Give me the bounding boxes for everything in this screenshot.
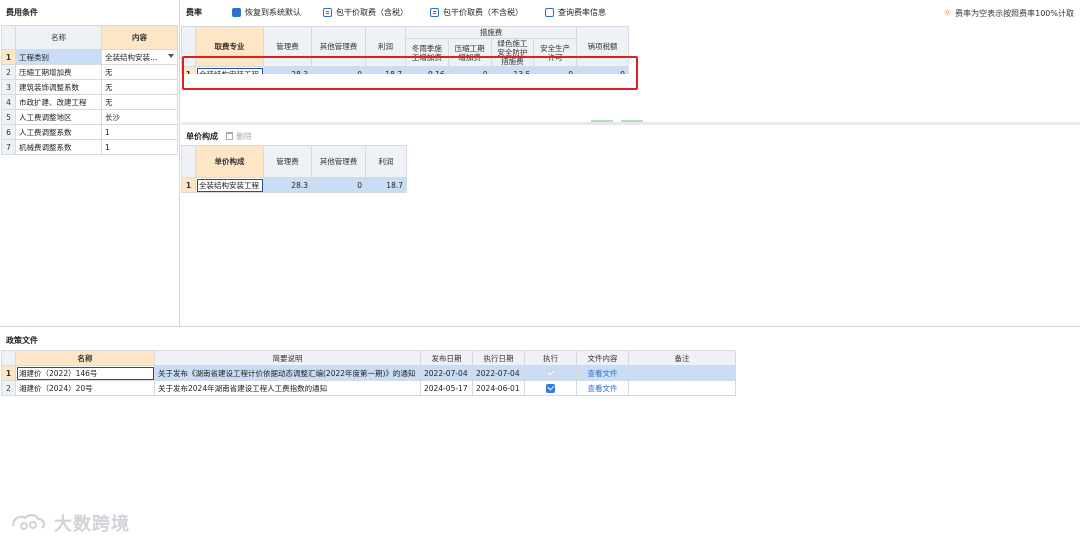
rate-panel: 费率 恢复到系统默认 包干价取费（含税） 包干价取费（不含税） 查询费率信息 ☼… (181, 0, 1080, 122)
unit-other-cell[interactable]: 0 (311, 177, 366, 193)
col-remark-header: 备注 (628, 350, 736, 366)
unit-title: 单价构成 (186, 131, 218, 141)
unit-major-cell[interactable]: 全装结构安装工程 (195, 177, 264, 193)
table-row[interactable]: 2 压缩工期增加费无 (1, 64, 178, 80)
restore-default-button[interactable]: 恢复到系统默认 (232, 7, 301, 18)
publish-date: 2022-07-04 (420, 365, 473, 381)
table-row[interactable]: 4 市政扩建、改建工程无 (1, 94, 178, 110)
exec-date: 2024-06-01 (472, 380, 525, 396)
cost-conditions-title: 费用条件 (6, 8, 38, 17)
col-name-header: 名称 (15, 25, 102, 50)
search-icon (545, 7, 554, 17)
engineering-type-select[interactable]: 全装结构安装… (101, 49, 178, 65)
table-row[interactable]: 5 人工费调整地区 长沙 (1, 109, 178, 125)
publish-date: 2024-05-17 (420, 380, 473, 396)
col-measures-header: 措施费 (405, 26, 577, 39)
chevron-down-icon[interactable] (168, 54, 174, 58)
checkbox-disabled[interactable] (546, 368, 555, 378)
rate-note: ☼ 费率为空表示按照费率100%计取 (943, 8, 1074, 19)
highlight-box (182, 56, 638, 90)
col-content-header: 文件内容 (576, 350, 629, 366)
table-row[interactable]: 6 人工费调整系数 1 (1, 124, 178, 140)
policy-name[interactable]: 湘建价（2022）146号 (15, 365, 155, 381)
document-icon (430, 7, 439, 17)
col-unit-profit-header: 利润 (365, 145, 407, 178)
checkbox-checked[interactable] (546, 383, 555, 393)
col-content-header: 内容 (101, 25, 178, 50)
condition-name: 工程类别 (15, 49, 102, 65)
exec-checkbox-cell[interactable] (524, 380, 577, 396)
restore-icon (232, 7, 241, 17)
policy-name[interactable]: 湘建价（2024）20号 (15, 380, 155, 396)
col-summary-header: 简要说明 (154, 350, 421, 366)
policy-table: 名称 简要说明 发布日期 执行日期 执行 文件内容 备注 1 湘建价（2022）… (1, 350, 736, 396)
document-icon (323, 7, 332, 17)
unit-table: 单价构成 管理费 其他管理费 利润 1 全装结构安装工程 28.3 0 18.7 (181, 145, 407, 193)
table-row[interactable]: 1 湘建价（2022）146号 关于发布《湖南省建设工程计价依据动态调整汇编(2… (1, 365, 736, 381)
table-row[interactable]: 3 建筑装饰调整系数无 (1, 79, 178, 95)
rate-toolbar: 费率 恢复到系统默认 包干价取费（含税） 包干价取费（不含税） 查询费率信息 ☼… (181, 0, 1080, 24)
cost-conditions-panel: 费用条件 名称 内容 1 工程类别 全装结构安装… 2 压缩工期增加费无 3 建筑装… (0, 0, 180, 326)
cost-conditions-table: 名称 内容 1 工程类别 全装结构安装… 2 压缩工期增加费无 3 建筑装饰调整系数… (1, 25, 178, 155)
remark-cell[interactable] (628, 380, 736, 396)
table-row[interactable]: 7 机械费调整系数 1 (1, 139, 178, 155)
query-rate-button[interactable]: 查询费率信息 (545, 7, 606, 18)
watermark-icon (11, 514, 46, 530)
delete-button[interactable]: 删除 (226, 131, 252, 142)
exec-date: 2022-07-04 (472, 365, 525, 381)
policy-panel: 政策文件 名称 简要说明 发布日期 执行日期 执行 文件内容 备注 1 湘建价（… (0, 326, 1080, 544)
table-row[interactable]: 2 湘建价（2024）20号 关于发布2024年湖南省建设工程人工费指数的通知 … (1, 380, 736, 396)
remark-cell[interactable] (628, 365, 736, 381)
unit-toolbar: 单价构成 删除 (181, 129, 252, 143)
col-exec-header: 执行 (524, 350, 577, 366)
policy-title: 政策文件 (6, 336, 38, 345)
col-exec-date-header: 执行日期 (472, 350, 525, 366)
unit-price-panel: 单价构成 删除 单价构成 管理费 其他管理费 利润 1 全装结构安装工程 28.… (181, 122, 1080, 326)
table-row[interactable]: 1 全装结构安装工程 28.3 0 18.7 (181, 177, 407, 193)
col-policy-name-header: 名称 (15, 350, 155, 366)
exec-checkbox-cell[interactable] (524, 365, 577, 381)
col-publish-header: 发布日期 (420, 350, 473, 366)
policy-summary: 关于发布《湖南省建设工程计价依据动态调整汇编(2022年度第一期)》的通知 (154, 365, 421, 381)
lump-sum-excl-tax-button[interactable]: 包干价取费（不含税） (430, 7, 523, 18)
unit-profit-cell[interactable]: 18.7 (365, 177, 407, 193)
watermark-logo: 大数跨境 (10, 510, 130, 536)
col-unit-major-header: 单价构成 (195, 145, 264, 178)
col-unit-mgmt-header: 管理费 (263, 145, 312, 178)
trash-icon (226, 132, 233, 140)
unit-mgmt-cell[interactable]: 28.3 (263, 177, 312, 193)
corner-cell (1, 25, 16, 50)
policy-summary: 关于发布2024年湖南省建设工程人工费指数的通知 (154, 380, 421, 396)
lump-sum-incl-tax-button[interactable]: 包干价取费（含税） (323, 7, 408, 18)
rate-title: 费率 (186, 7, 202, 17)
col-unit-other-header: 其他管理费 (311, 145, 366, 178)
sun-icon: ☼ (943, 8, 953, 19)
view-file-link[interactable]: 查看文件 (588, 369, 618, 378)
view-file-link[interactable]: 查看文件 (588, 384, 618, 393)
table-row[interactable]: 1 工程类别 全装结构安装… (1, 49, 178, 65)
